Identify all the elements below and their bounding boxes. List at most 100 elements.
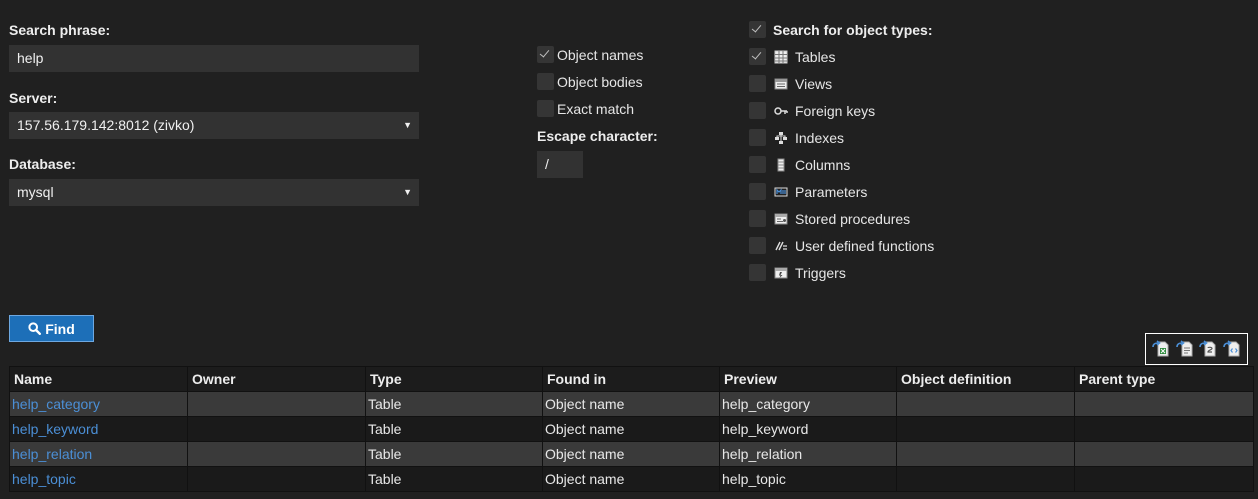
database-select[interactable]: mysql ▼ bbox=[9, 179, 419, 206]
object-bodies-label: Object bodies bbox=[557, 74, 643, 90]
column-header-name[interactable]: Name bbox=[9, 366, 188, 392]
function-icon bbox=[775, 241, 787, 251]
export-csv-icon[interactable] bbox=[1175, 339, 1195, 359]
cell-name[interactable]: help_topic bbox=[9, 466, 188, 492]
table-row[interactable]: help_topic Table Object name help_topic bbox=[9, 466, 1254, 492]
triggers-label: Triggers bbox=[795, 265, 846, 281]
column-header-parent-type[interactable]: Parent type bbox=[1074, 366, 1254, 392]
foreign-keys-checkbox[interactable] bbox=[749, 102, 766, 119]
cell-owner bbox=[187, 391, 366, 417]
parameters-checkbox[interactable] bbox=[749, 183, 766, 200]
views-checkbox[interactable] bbox=[749, 75, 766, 92]
find-button-label: Find bbox=[45, 320, 75, 337]
tables-label: Tables bbox=[795, 49, 836, 65]
object-bodies-checkbox[interactable] bbox=[537, 73, 554, 90]
server-label: Server: bbox=[9, 90, 58, 106]
column-header-found-in[interactable]: Found in bbox=[542, 366, 720, 392]
exact-match-label: Exact match bbox=[557, 101, 635, 117]
cell-object-definition bbox=[896, 391, 1075, 417]
object-link[interactable]: help_topic bbox=[12, 471, 76, 487]
cell-owner bbox=[187, 416, 366, 442]
object-names-checkbox[interactable] bbox=[537, 46, 554, 63]
cell-preview: help_relation bbox=[719, 441, 897, 467]
cell-found-in: Object name bbox=[542, 391, 720, 417]
export-xml-icon[interactable] bbox=[1222, 339, 1242, 359]
table-header-row: Name Owner Type Found in Preview Object … bbox=[9, 366, 1254, 392]
table-row[interactable]: help_keyword Table Object name help_keyw… bbox=[9, 416, 1254, 442]
cell-owner bbox=[187, 466, 366, 492]
indexes-checkbox[interactable] bbox=[749, 129, 766, 146]
object-types-all-checkbox[interactable] bbox=[749, 21, 766, 38]
server-select[interactable]: 157.56.179.142:8012 (zivko) ▼ bbox=[9, 112, 419, 139]
export-excel-icon[interactable] bbox=[1151, 339, 1171, 359]
cell-type: Table bbox=[365, 416, 543, 442]
exact-match-checkbox[interactable] bbox=[537, 100, 554, 117]
foreign-keys-label: Foreign keys bbox=[795, 103, 876, 119]
cell-name[interactable]: help_category bbox=[9, 391, 188, 417]
cell-found-in: Object name bbox=[542, 441, 720, 467]
stored-procedures-checkbox[interactable] bbox=[749, 210, 766, 227]
cell-found-in: Object name bbox=[542, 416, 720, 442]
find-button[interactable]: Find bbox=[9, 315, 94, 342]
object-link[interactable]: help_category bbox=[12, 396, 100, 412]
cell-preview: help_topic bbox=[719, 466, 897, 492]
trigger-icon bbox=[774, 267, 788, 279]
object-link[interactable]: help_keyword bbox=[12, 421, 98, 437]
column-icon bbox=[777, 158, 785, 172]
table-row[interactable]: help_category Table Object name help_cat… bbox=[9, 391, 1254, 417]
triggers-checkbox[interactable] bbox=[749, 264, 766, 281]
escape-character-input[interactable] bbox=[537, 151, 583, 178]
user-defined-functions-label: User defined functions bbox=[795, 238, 935, 254]
cell-object-definition bbox=[896, 441, 1075, 467]
cell-type: Table bbox=[365, 441, 543, 467]
cell-parent-type bbox=[1074, 441, 1254, 467]
database-value: mysql bbox=[17, 184, 54, 200]
user-defined-functions-checkbox[interactable] bbox=[749, 237, 766, 254]
indexes-label: Indexes bbox=[795, 130, 845, 146]
escape-character-label: Escape character: bbox=[537, 128, 658, 144]
stored-procedure-icon bbox=[774, 213, 788, 225]
index-icon bbox=[775, 132, 787, 144]
tables-checkbox[interactable] bbox=[749, 48, 766, 65]
cell-name[interactable]: help_keyword bbox=[9, 416, 188, 442]
object-link[interactable]: help_relation bbox=[12, 446, 92, 462]
parameters-label: Parameters bbox=[795, 184, 868, 200]
cell-type: Table bbox=[365, 391, 543, 417]
column-header-preview[interactable]: Preview bbox=[719, 366, 897, 392]
database-label: Database: bbox=[9, 156, 76, 172]
dropdown-arrow-icon: ▼ bbox=[403, 120, 412, 130]
cell-parent-type bbox=[1074, 416, 1254, 442]
cell-preview: help_category bbox=[719, 391, 897, 417]
cell-name[interactable]: help_relation bbox=[9, 441, 188, 467]
table-row[interactable]: help_relation Table Object name help_rel… bbox=[9, 441, 1254, 467]
cell-parent-type bbox=[1074, 466, 1254, 492]
column-header-object-definition[interactable]: Object definition bbox=[896, 366, 1075, 392]
cell-object-definition bbox=[896, 466, 1075, 492]
views-label: Views bbox=[795, 76, 833, 92]
column-header-type[interactable]: Type bbox=[365, 366, 543, 392]
view-icon bbox=[774, 78, 788, 90]
column-header-owner[interactable]: Owner bbox=[187, 366, 366, 392]
cell-preview: help_keyword bbox=[719, 416, 897, 442]
cell-object-definition bbox=[896, 416, 1075, 442]
object-types-header: Search for object types: bbox=[773, 22, 933, 38]
parameter-icon bbox=[774, 187, 788, 197]
cell-found-in: Object name bbox=[542, 466, 720, 492]
search-icon bbox=[28, 322, 42, 335]
cell-type: Table bbox=[365, 466, 543, 492]
cell-parent-type bbox=[1074, 391, 1254, 417]
results-table: Name Owner Type Found in Preview Object … bbox=[9, 366, 1254, 492]
foreign-key-icon bbox=[774, 107, 788, 115]
export-toolbar bbox=[1145, 333, 1248, 365]
dropdown-arrow-icon: ▼ bbox=[403, 187, 412, 197]
columns-checkbox[interactable] bbox=[749, 156, 766, 173]
object-names-label: Object names bbox=[557, 47, 644, 63]
search-phrase-label: Search phrase: bbox=[9, 22, 111, 38]
table-icon bbox=[774, 50, 788, 64]
server-value: 157.56.179.142:8012 (zivko) bbox=[17, 117, 195, 133]
search-phrase-input[interactable] bbox=[9, 45, 419, 72]
stored-procedures-label: Stored procedures bbox=[795, 211, 911, 227]
columns-label: Columns bbox=[795, 157, 851, 173]
cell-owner bbox=[187, 441, 366, 467]
export-text-icon[interactable] bbox=[1198, 339, 1218, 359]
